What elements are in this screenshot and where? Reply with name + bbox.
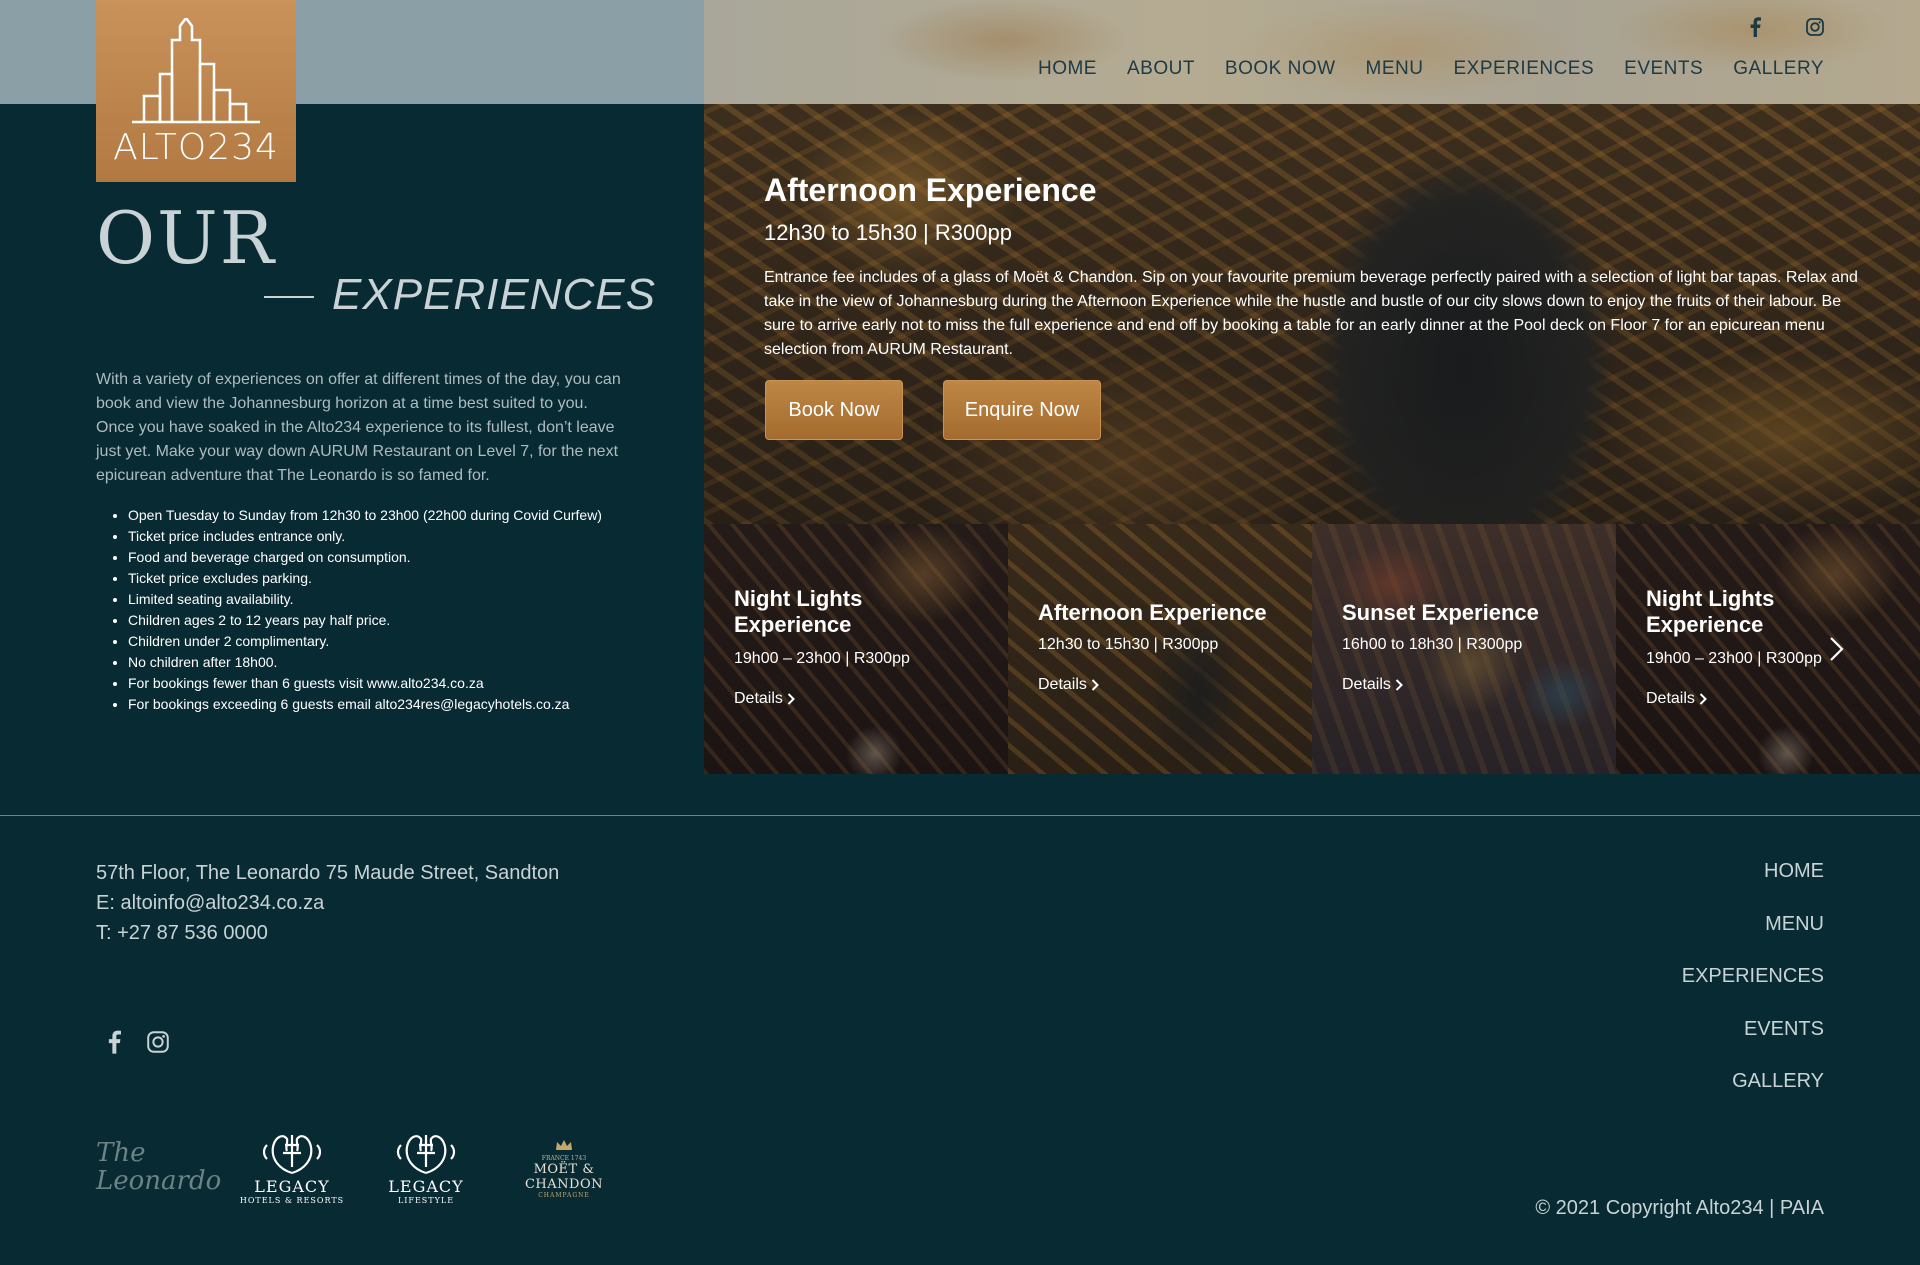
card-meta: 19h00 – 23h00 | R300pp <box>734 650 910 667</box>
footer-divider <box>0 815 1920 816</box>
rule-item: Ticket price includes entrance only. <box>128 526 624 547</box>
book-now-button[interactable]: Book Now <box>765 380 903 440</box>
nav-experiences[interactable]: EXPERIENCES <box>1454 58 1595 80</box>
legacy-lifestyle-tag: LIFESTYLE <box>397 1196 455 1205</box>
card-details-label: Details <box>1646 690 1695 707</box>
crown-icon <box>556 1139 572 1150</box>
footer-phone[interactable]: T: +27 87 536 0000 <box>96 918 559 948</box>
legacy-hotels-logo[interactable]: LEGACY HOTELS & RESORTS <box>236 1129 348 1205</box>
header-social <box>1744 16 1826 38</box>
card-meta: 12h30 to 15h30 | R300pp <box>1038 636 1219 653</box>
nav-book-now[interactable]: BOOK NOW <box>1225 58 1336 80</box>
rule-item: Limited seating availability. <box>128 589 624 610</box>
intro-text: With a variety of experiences on offer a… <box>96 371 621 484</box>
card-overlay <box>1616 524 1920 774</box>
carousel-next-button[interactable] <box>1822 634 1852 664</box>
hero-experience: Afternoon Experience 12h30 to 15h30 | R3… <box>704 104 1920 524</box>
moet-name: MOËT & CHANDON <box>524 1161 603 1192</box>
chevron-right-icon <box>1699 693 1707 705</box>
experience-card[interactable]: Night Lights Experience 19h00 – 23h00 | … <box>704 524 1008 774</box>
experience-card[interactable]: Sunset Experience 16h00 to 18h30 | R300p… <box>1312 524 1616 774</box>
card-meta: 16h00 to 18h30 | R300pp <box>1342 636 1523 653</box>
experience-card[interactable]: Afternoon Experience 12h30 to 15h30 | R3… <box>1008 524 1312 774</box>
enquire-now-button[interactable]: Enquire Now <box>943 380 1101 440</box>
nav-home[interactable]: HOME <box>1038 58 1097 80</box>
chevron-right-icon <box>787 693 795 705</box>
logo-text: ALTO234 <box>113 127 279 168</box>
footer-nav-home[interactable]: HOME <box>1682 858 1824 884</box>
footer-contact: 57th Floor, The Leonardo 75 Maude Street… <box>96 858 559 948</box>
heading-divider <box>264 296 314 298</box>
experience-card[interactable]: Night Lights Experience 19h00 – 23h00 | … <box>1616 524 1920 774</box>
partner-logos: The Leonardo LEGACY HOTELS & RESORTS LEG… <box>96 1122 624 1212</box>
card-details-link[interactable]: Details <box>1038 676 1099 694</box>
footer-nav-menu[interactable]: MENU <box>1682 911 1824 937</box>
card-title: Afternoon Experience <box>1038 600 1267 625</box>
heading-our: OUR <box>96 196 276 280</box>
legacy-hotels-tag: HOTELS & RESORTS <box>239 1196 345 1205</box>
card-details-label: Details <box>1038 676 1087 693</box>
legacy-lifestyle-name: LEGACY <box>388 1177 464 1196</box>
card-details-label: Details <box>1342 676 1391 693</box>
rule-item: Food and beverage charged on consumption… <box>128 547 624 568</box>
heading-experiences: EXPERIENCES <box>332 270 656 319</box>
instagram-icon[interactable] <box>1804 16 1826 38</box>
nav-gallery[interactable]: GALLERY <box>1733 58 1824 80</box>
footer-nav: HOME MENU EXPERIENCES EVENTS GALLERY <box>1682 858 1824 1121</box>
experiences-carousel: Night Lights Experience 19h00 – 23h00 | … <box>704 524 1920 774</box>
rule-item: For bookings exceeding 6 guests email al… <box>128 694 624 715</box>
legacy-hotels-name: LEGACY <box>254 1177 330 1196</box>
rules-list: Open Tuesday to Sunday from 12h30 to 23h… <box>96 505 624 715</box>
moet-chandon-logo[interactable]: FRANCE 1743 MOËT & CHANDON CHAMPAGNE <box>504 1136 624 1199</box>
card-details-link[interactable]: Details <box>1646 690 1707 708</box>
chevron-right-icon <box>1830 637 1844 661</box>
rule-item: Open Tuesday to Sunday from 12h30 to 23h… <box>128 505 624 526</box>
nav-about[interactable]: ABOUT <box>1127 58 1195 80</box>
card-overlay <box>704 524 1008 774</box>
card-title: Sunset Experience <box>1342 600 1539 625</box>
header-photo-strip <box>704 0 1920 104</box>
footer-address: 57th Floor, The Leonardo 75 Maude Street… <box>96 862 560 884</box>
rule-item: Children under 2 complimentary. <box>128 631 624 652</box>
footer-nav-gallery[interactable]: GALLERY <box>1682 1068 1824 1094</box>
chevron-right-icon <box>1091 679 1099 691</box>
rule-item: No children after 18h00. <box>128 652 624 673</box>
hero-title: Afternoon Experience <box>764 172 1097 208</box>
card-details-label: Details <box>734 690 783 707</box>
facebook-icon[interactable] <box>102 1030 126 1054</box>
hero-subtitle: 12h30 to 15h30 | R300pp <box>764 220 1012 245</box>
card-details-link[interactable]: Details <box>1342 676 1403 694</box>
footer-nav-events[interactable]: EVENTS <box>1682 1016 1824 1042</box>
lion-crest-icon <box>262 1135 322 1175</box>
nav-events[interactable]: EVENTS <box>1624 58 1703 80</box>
moet-tag: CHAMPAGNE <box>538 1191 590 1199</box>
rule-item: Ticket price excludes parking. <box>128 568 624 589</box>
legacy-lifestyle-logo[interactable]: LEGACY LIFESTYLE <box>370 1129 482 1205</box>
card-title: Night Lights Experience <box>1646 586 1775 637</box>
footer-email[interactable]: E: altoinfo@alto234.co.za <box>96 888 559 918</box>
instagram-icon[interactable] <box>146 1030 170 1054</box>
card-title: Night Lights Experience <box>734 586 863 637</box>
nav-menu[interactable]: MENU <box>1366 58 1424 80</box>
footer-social <box>102 1030 170 1054</box>
card-details-link[interactable]: Details <box>734 690 795 708</box>
skyline-icon <box>132 18 260 124</box>
moet-origin: FRANCE 1743 <box>541 1154 587 1162</box>
facebook-icon[interactable] <box>1744 16 1766 38</box>
the-leonardo-logo[interactable]: The Leonardo <box>96 1139 221 1195</box>
copyright-text: © 2021 Copyright Alto234 | PAIA <box>1535 1197 1824 1219</box>
footer-nav-experiences[interactable]: EXPERIENCES <box>1682 963 1824 989</box>
main-nav: HOME ABOUT BOOK NOW MENU EXPERIENCES EVE… <box>1038 58 1824 80</box>
rule-item: For bookings fewer than 6 guests visit w… <box>128 673 624 694</box>
chevron-right-icon <box>1395 679 1403 691</box>
rule-item: Children ages 2 to 12 years pay half pri… <box>128 610 624 631</box>
lion-crest-icon <box>396 1135 456 1175</box>
site-logo[interactable]: ALTO234 <box>96 0 296 182</box>
hero-description: Entrance fee includes of a glass of Moët… <box>764 269 1858 358</box>
card-meta: 19h00 – 23h00 | R300pp <box>1646 650 1822 667</box>
